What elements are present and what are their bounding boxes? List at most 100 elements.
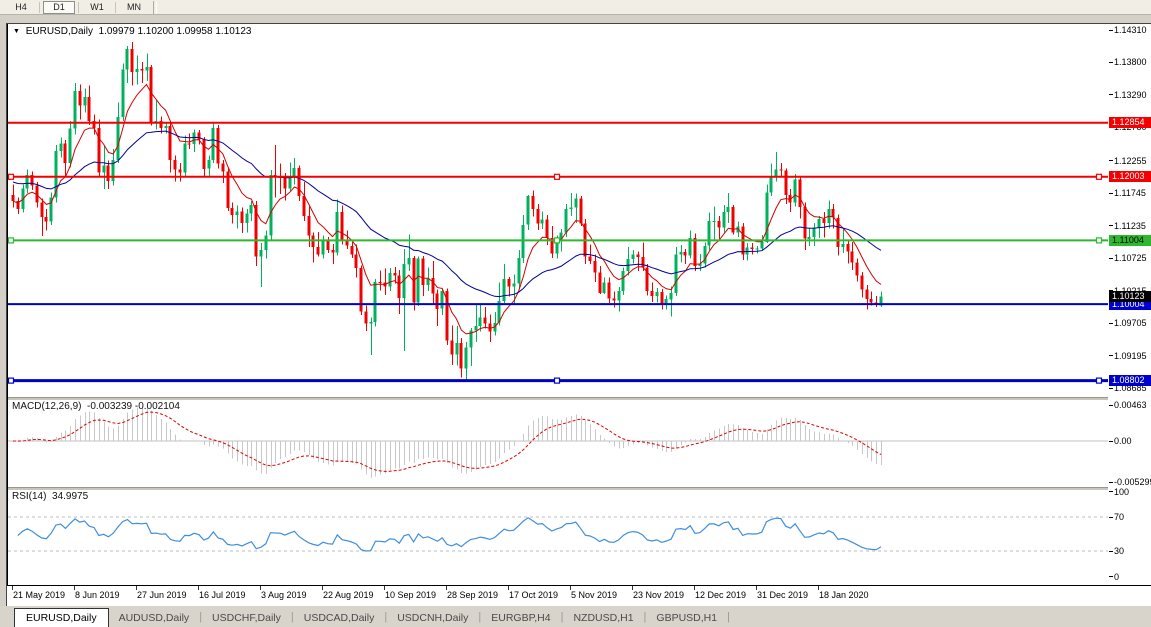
symbol-dropdown-icon[interactable]: ▼ [13,28,20,35]
candle-body [588,256,592,262]
candle-body [264,235,268,251]
chart-tab-usdchf[interactable]: USDCHF,Daily [202,609,291,627]
candle-body [631,254,635,260]
candle-body [102,165,106,173]
macd-main-value: -0.003239 [87,401,133,412]
chart-tab-eurusd[interactable]: EURUSD,Daily [14,608,109,627]
macd-canvas[interactable] [8,400,1108,487]
timeframe-button-w1[interactable]: W1 [82,1,112,14]
candle-body [173,159,177,170]
line-drag-handle[interactable] [8,377,15,384]
rsi-panel[interactable]: RSI(14) 34.9975 [8,490,1108,585]
rsi-axis-label: 100 [1114,487,1130,497]
candle-body [540,219,544,224]
candle-body [664,299,668,304]
candle-body [297,168,301,197]
candle-body [326,240,330,251]
candle-body [841,243,845,248]
line-drag-handle[interactable] [553,377,561,384]
candle-body [717,220,721,228]
candle-body [178,169,182,173]
chart-tab-usdcnh[interactable]: USDCNH,Daily [387,609,478,627]
chart-tab-nzdusd[interactable]: NZDUSD,H1 [563,609,643,627]
price-axis-tick [1109,94,1113,95]
candle-body [641,257,645,268]
line-drag-handle[interactable] [1095,237,1103,244]
candle-body [87,96,91,121]
symbol-label: EURUSD,Daily [25,26,93,37]
line-drag-handle[interactable] [553,237,561,244]
price-axis-label: 1.09705 [1114,318,1147,328]
rsi-axis-tick [1109,517,1113,518]
candle-body [331,250,335,253]
tab-bar-spacer [0,606,14,627]
candle-body [68,128,72,164]
line-drag-handle[interactable] [1095,377,1103,384]
candle-body [63,143,67,163]
ohlc-low: 1.09958 [176,26,213,37]
candle-body [440,290,444,309]
chart-tab-eurgbp[interactable]: EURGBP,H4 [481,609,560,627]
candle-body [450,340,454,355]
price-chart-canvas[interactable] [8,24,1108,397]
candle-body [602,282,606,293]
line-drag-handle[interactable] [553,173,561,180]
candle-body [350,245,354,255]
line-drag-handle[interactable] [8,173,15,180]
level-price-badge: 1.08802 [1109,375,1151,386]
chart-tab-usdcad[interactable]: USDCAD,Daily [294,609,385,627]
candle-body [130,49,134,72]
toolbar-groove [153,0,157,14]
candle-body [502,278,506,302]
candle-body [316,247,320,255]
macd-axis-tick [1109,405,1113,406]
candle-body [416,258,420,303]
time-axis-label: 10 Sep 2019 [385,590,437,600]
candle-body [40,202,44,218]
ohlc-high: 1.10200 [137,26,174,37]
time-axis-label: 28 Sep 2019 [447,590,499,600]
timeframe-button-mn[interactable]: MN [119,1,149,14]
time-axis-label: 12 Dec 2019 [695,590,747,600]
candle-body [860,275,864,290]
timeframe-toolbar: H4 D1 W1 MN [0,0,1151,15]
time-axis-label: 17 Oct 2019 [509,590,559,600]
candle-body [393,273,397,276]
timeframe-button-d1[interactable]: D1 [43,0,75,14]
time-axis-label: 3 Aug 2019 [261,590,307,600]
candle-body [464,347,468,369]
price-axis-label: 1.09195 [1114,351,1147,361]
candle-body [235,211,239,216]
macd-axis-label: 0.00463 [1114,400,1147,410]
toolbar-separator [115,1,116,13]
candle-body [707,220,711,246]
candle-body [364,311,368,324]
candle-body [407,257,411,265]
rsi-line [17,517,882,552]
candle-body [397,275,401,298]
price-axis-tick [1109,30,1113,31]
line-drag-handle[interactable] [1095,173,1103,180]
candle-body [865,289,869,300]
chart-tab-gbpusd[interactable]: GBPUSD,H1 [646,609,727,627]
line-drag-handle[interactable] [8,237,15,244]
time-axis-label: 21 May 2019 [13,590,66,600]
slow-ma-line[interactable] [12,130,882,298]
level-price-badge: 1.11004 [1109,235,1151,246]
candle-body [683,252,687,256]
candle-body [11,194,15,202]
rsi-axis-tick [1109,491,1113,492]
chart-tab-audusd[interactable]: AUDUSD,Daily [109,609,200,627]
rsi-label: RSI(14) 34.9975 [12,491,89,502]
candle-body [307,215,311,236]
price-chart-panel[interactable]: ▼ EURUSD,Daily 1.09979 1.10200 1.09958 1… [8,24,1108,397]
rsi-canvas[interactable] [8,490,1108,585]
timeframe-button-h4[interactable]: H4 [6,1,36,14]
time-axis-label: 16 Jul 2019 [199,590,246,600]
macd-panel[interactable]: MACD(12,26,9) -0.003239 -0.002104 [8,400,1108,487]
candle-body [288,177,292,189]
candle-body [249,205,253,214]
rsi-axis-label: 30 [1114,546,1125,556]
price-axis-label: 1.10725 [1114,253,1147,263]
candle-body [784,170,788,195]
